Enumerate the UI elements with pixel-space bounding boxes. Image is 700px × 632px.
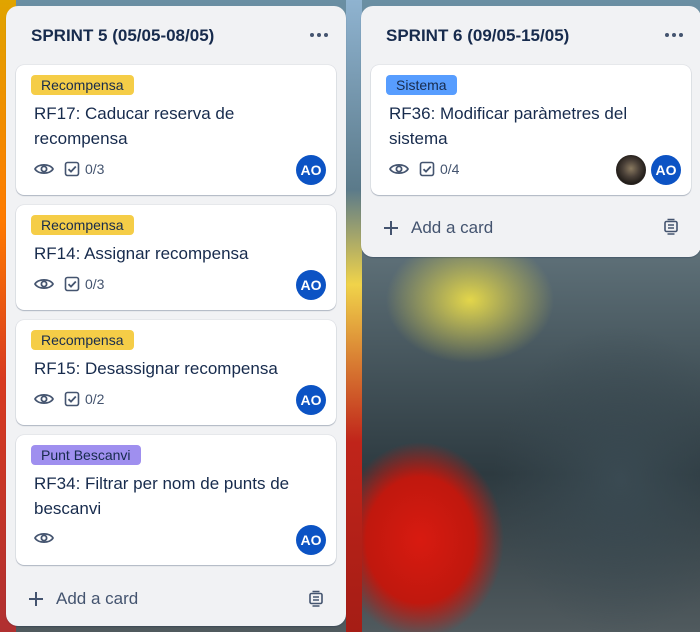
card[interactable]: Sistema RF36: Modificar paràmetres del s… — [371, 65, 691, 195]
card-label[interactable]: Recompensa — [31, 75, 134, 95]
card-badges: 0/3 — [34, 161, 104, 177]
list-header: SPRINT 6 (09/05-15/05) — [361, 6, 700, 62]
list-header: SPRINT 5 (05/05-08/05) — [6, 6, 346, 62]
list-sprint-5[interactable]: SPRINT 5 (05/05-08/05) Recompensa RF17: … — [6, 6, 346, 626]
avatar[interactable]: AO — [296, 270, 326, 300]
more-icon[interactable] — [306, 24, 332, 46]
add-card-label: Add a card — [56, 589, 139, 608]
checklist-badge: 0/2 — [64, 391, 104, 407]
checklist-count: 0/2 — [85, 391, 105, 407]
card-template-icon[interactable] — [307, 590, 325, 608]
card-title: RF14: Assignar recompensa — [34, 244, 249, 263]
eye-icon — [34, 162, 54, 176]
plus-icon — [384, 221, 398, 235]
add-card-button[interactable]: Add a card — [371, 212, 641, 244]
checklist-badge: 0/3 — [64, 276, 104, 292]
card-template-icon[interactable] — [662, 218, 680, 236]
list-title[interactable]: SPRINT 5 (05/05-08/05) — [31, 26, 214, 46]
card-label[interactable]: Punt Bescanvi — [31, 445, 141, 465]
card-badges: 0/3 — [34, 276, 104, 292]
checklist-icon — [64, 161, 80, 177]
card-title: RF17: Caducar reserva de recompensa — [34, 104, 235, 148]
checklist-icon — [64, 391, 80, 407]
avatar[interactable]: AO — [651, 155, 681, 185]
add-card-label: Add a card — [411, 218, 494, 237]
eye-icon — [34, 392, 54, 406]
eye-icon — [34, 277, 54, 291]
background-image — [346, 0, 362, 632]
card-badges — [34, 531, 54, 545]
checklist-icon — [419, 161, 435, 177]
card[interactable]: Recompensa RF17: Caducar reserva de reco… — [16, 65, 336, 195]
card-title: RF36: Modificar paràmetres del sistema — [389, 104, 628, 148]
card-badges: 0/2 — [34, 391, 104, 407]
avatar[interactable]: AO — [296, 525, 326, 555]
add-card-button[interactable]: Add a card — [16, 583, 286, 615]
checklist-icon — [64, 276, 80, 292]
card[interactable]: Recompensa RF14: Assignar recompensa 0/3… — [16, 205, 336, 310]
avatar[interactable]: AO — [296, 155, 326, 185]
checklist-badge: 0/4 — [419, 161, 459, 177]
checklist-count: 0/3 — [85, 161, 105, 177]
card-label[interactable]: Recompensa — [31, 330, 134, 350]
card-label[interactable]: Recompensa — [31, 215, 134, 235]
avatar-photo[interactable] — [616, 155, 646, 185]
eye-icon — [34, 531, 54, 545]
list-title[interactable]: SPRINT 6 (09/05-15/05) — [386, 26, 569, 46]
list-sprint-6[interactable]: SPRINT 6 (09/05-15/05) Sistema RF36: Mod… — [361, 6, 700, 257]
card-badges: 0/4 — [389, 161, 459, 177]
card-title: RF34: Filtrar per nom de punts de bescan… — [34, 474, 290, 518]
eye-icon — [389, 162, 409, 176]
checklist-badge: 0/3 — [64, 161, 104, 177]
card[interactable]: Recompensa RF15: Desassignar recompensa … — [16, 320, 336, 425]
avatar[interactable]: AO — [296, 385, 326, 415]
checklist-count: 0/3 — [85, 276, 105, 292]
card-title: RF15: Desassignar recompensa — [34, 359, 278, 378]
card[interactable]: Punt Bescanvi RF34: Filtrar per nom de p… — [16, 435, 336, 565]
more-icon[interactable] — [661, 24, 687, 46]
card-label[interactable]: Sistema — [386, 75, 457, 95]
plus-icon — [29, 592, 43, 606]
checklist-count: 0/4 — [440, 161, 460, 177]
